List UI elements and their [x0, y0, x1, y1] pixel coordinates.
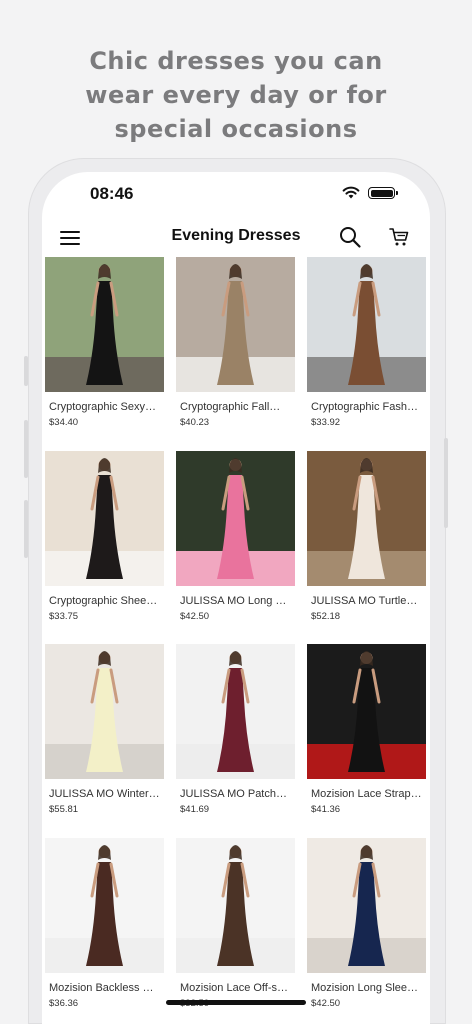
phone-side-button — [24, 356, 28, 386]
app-bar: Evening Dresses — [42, 218, 430, 258]
promo-headline: Chic dresses you can wear every day or f… — [0, 44, 472, 146]
battery-icon — [368, 187, 398, 199]
product-name[interactable]: Mozision Long Slee… — [307, 982, 422, 994]
product-price: $36.36 — [49, 997, 79, 1009]
product-card[interactable]: Cryptographic Fall… $40.23 — [176, 257, 295, 451]
product-grid: Cryptographic Sexy… $34.40 Cryptographic F… — [45, 257, 429, 1024]
product-card[interactable]: JULISSA MO Turtlen… $52.18 — [307, 450, 426, 645]
product-name[interactable]: Cryptographic Sexy… — [45, 401, 160, 413]
app-screen: 08:46 Evening Dresses Cryptographic Sexy… — [42, 172, 430, 1024]
product-name[interactable]: JULISSA MO Turtlen… — [307, 595, 422, 607]
home-indicator[interactable] — [166, 1000, 306, 1005]
product-price: $42.50 — [311, 997, 341, 1009]
product-image[interactable] — [307, 450, 426, 586]
product-name[interactable]: Cryptographic Shee… — [45, 595, 160, 607]
product-price: $34.40 — [49, 417, 79, 428]
product-image[interactable] — [176, 837, 295, 973]
product-card[interactable]: Mozision Long Slee… $42.50 — [307, 837, 426, 1024]
product-card[interactable]: JULISSA MO Patch… $41.69 — [176, 644, 295, 838]
product-card[interactable]: JULISSA MO Long S… $42.50 — [176, 450, 295, 645]
product-price: $33.92 — [311, 417, 341, 428]
product-image[interactable] — [45, 644, 164, 779]
product-image[interactable] — [307, 257, 426, 392]
promo-line-1: Chic dresses you can — [89, 47, 383, 75]
product-card[interactable]: Cryptographic Shee… $33.75 — [45, 450, 164, 645]
promo-line-2: wear every day or for — [85, 81, 387, 109]
promo-line-3: special occasions — [114, 115, 358, 143]
product-price: $41.69 — [180, 804, 210, 815]
product-name[interactable]: JULISSA MO Patch… — [176, 788, 291, 800]
product-name[interactable]: Mozision Lace Off-s… — [176, 982, 291, 994]
status-time: 08:46 — [90, 184, 134, 203]
product-image[interactable] — [45, 837, 164, 973]
wifi-icon — [342, 186, 360, 199]
product-name[interactable]: JULISSA MO Winter… — [45, 788, 160, 800]
product-image[interactable] — [307, 837, 426, 973]
product-price: $52.18 — [311, 610, 341, 622]
product-name[interactable]: Cryptographic Fash… — [307, 401, 422, 413]
product-price: $55.81 — [49, 804, 79, 815]
phone-volume-down — [24, 500, 28, 558]
product-card[interactable]: Mozision Lace Strap… $41.36 — [307, 644, 426, 838]
product-card[interactable]: Mozision Lace Off-s…$32.50 — [176, 837, 295, 1024]
product-image[interactable] — [176, 644, 295, 779]
product-name[interactable]: Mozision Backless R… — [45, 982, 160, 994]
product-name[interactable]: Mozision Lace Strap… — [307, 788, 422, 800]
product-image[interactable] — [176, 450, 295, 586]
cart-icon[interactable] — [388, 226, 410, 248]
product-image[interactable] — [45, 450, 164, 586]
product-image[interactable] — [307, 644, 426, 779]
product-price: $33.75 — [49, 610, 79, 622]
product-image[interactable] — [45, 257, 164, 392]
page-title: Evening Dresses — [171, 227, 301, 244]
product-card[interactable]: Cryptographic Sexy… $34.40 — [45, 257, 164, 451]
product-price: $40.23 — [180, 417, 210, 428]
phone-volume-up — [24, 420, 28, 478]
product-card[interactable]: Mozision Backless R… $36.36 — [45, 837, 164, 1024]
product-price: $41.36 — [311, 804, 341, 815]
product-name[interactable]: JULISSA MO Long S… — [176, 595, 291, 607]
product-name[interactable]: Cryptographic Fall… — [176, 401, 291, 413]
product-price: $42.50 — [180, 610, 210, 622]
product-image[interactable] — [176, 257, 295, 392]
status-bar: 08:46 — [42, 172, 430, 218]
search-icon[interactable] — [338, 225, 362, 249]
phone-power-button — [444, 438, 448, 528]
product-card[interactable]: JULISSA MO Winter… $55.81 — [45, 644, 164, 838]
product-card[interactable]: Cryptographic Fash… $33.92 — [307, 257, 426, 451]
